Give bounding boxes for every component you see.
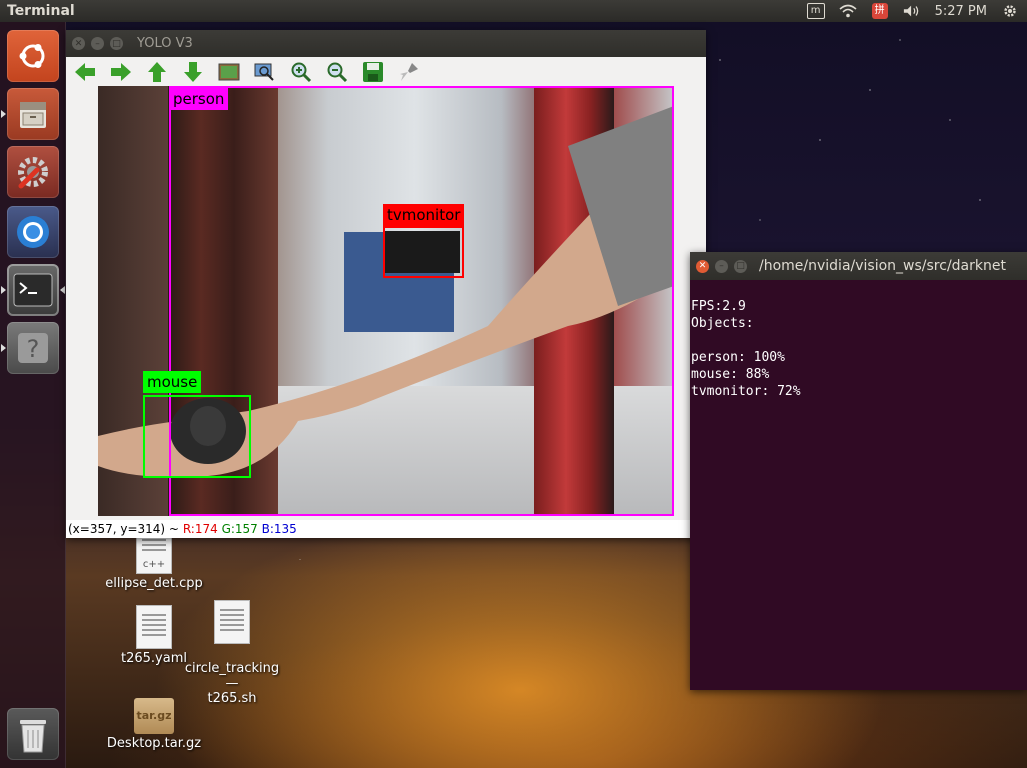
chromium-button[interactable] [7,206,59,258]
up-arrow-icon[interactable] [144,59,170,85]
fps-line: FPS:2.9 [691,299,746,314]
person-box-label: person [169,88,229,110]
minimize-button[interactable]: – [715,259,728,273]
blue-value: B:135 [261,522,297,536]
terminal-output[interactable]: FPS:2.9 Objects: person: 100% mouse: 88% tvm… [690,280,1027,400]
file-cabinet-icon [20,102,46,128]
volume-icon[interactable] [903,3,921,19]
desktop-file-ellipse-det[interactable]: c++ ellipse_det.cpp [104,530,204,591]
files-button[interactable] [7,88,59,140]
minimize-button[interactable]: – [91,37,104,50]
terminal-titlebar[interactable]: ✕ – □ /home/nvidia/vision_ws/src/darknet [690,252,1027,280]
terminal-button[interactable] [7,264,59,316]
save-icon[interactable] [360,59,386,85]
zoom-fit-icon[interactable] [252,59,278,85]
keyboard-indicator-icon[interactable]: m [806,3,825,19]
ubuntu-dash-button[interactable] [7,30,59,82]
detection-image[interactable]: person tvmonitor mouse [98,86,674,516]
question-icon: ? [18,333,48,363]
tvmonitor-bounding-box [383,226,464,278]
text-file-icon [136,605,172,649]
wifi-icon[interactable] [839,3,857,19]
running-indicator [1,344,6,352]
active-app-title: Terminal [7,3,75,19]
yolo-titlebar[interactable]: ✕ – □ YOLO V3 [66,30,706,57]
yolo-window: ✕ – □ YOLO V3 person tvmonitor mouse (x=… [66,30,708,538]
script-file-icon [214,600,250,644]
input-method-icon[interactable]: 拼 [871,3,889,19]
svg-text:?: ? [27,335,40,363]
help-button[interactable]: ? [7,322,59,374]
ubuntu-logo-icon [19,44,45,68]
tvmonitor-box-label: tvmonitor [383,204,465,226]
forward-arrow-icon[interactable] [108,59,134,85]
back-arrow-icon[interactable] [72,59,98,85]
terminal-window: ✕ – □ /home/nvidia/vision_ws/src/darknet… [690,252,1027,690]
top-panel: Terminal m 拼 5:27 PM [0,0,1027,22]
trash-icon [20,720,46,753]
terminal-icon [13,273,53,307]
mouse-bounding-box [143,395,251,478]
yolo-window-title: YOLO V3 [137,36,193,51]
red-value: R:174 [182,522,218,536]
down-arrow-icon[interactable] [180,59,206,85]
pixel-status-bar: (x=357, y=314) ~ R:174 G:157 B:135 [66,520,708,538]
detection-line: mouse: 88% [691,367,770,382]
mouse-box-label: mouse [143,371,202,393]
yolo-toolbar [66,57,706,87]
running-indicator [1,286,6,294]
cursor-coords: (x=357, y=314) ~ [68,522,179,536]
close-button[interactable]: ✕ [696,259,709,273]
brush-icon[interactable] [396,59,422,85]
clock[interactable]: 5:27 PM [935,4,987,19]
focused-indicator [60,286,65,294]
objects-header: Objects: [691,316,754,331]
trash-button[interactable] [7,708,59,760]
desktop-file-archive[interactable]: tar.gz Desktop.tar.gz [104,698,204,751]
close-button[interactable]: ✕ [72,37,85,50]
gear-icon[interactable] [1001,3,1019,19]
running-indicator [1,110,6,118]
archive-icon: tar.gz [134,698,174,734]
terminal-title: /home/nvidia/vision_ws/src/darknet [759,258,1006,274]
maximize-button[interactable]: □ [734,259,747,273]
chromium-icon [17,216,49,248]
wrench-gear-icon [18,157,48,189]
desktop-file-label: Desktop.tar.gz [106,736,202,751]
zoom-in-icon[interactable] [288,59,314,85]
image-icon[interactable] [216,59,242,85]
detection-line: person: 100% [691,350,785,365]
indicator-area: m 拼 5:27 PM [806,0,1019,22]
detection-line: tvmonitor: 72% [691,384,801,399]
system-settings-button[interactable] [7,146,59,198]
maximize-button[interactable]: □ [110,37,123,50]
zoom-out-icon[interactable] [324,59,350,85]
launcher: ? [0,22,66,768]
green-value: G:157 [221,522,258,536]
